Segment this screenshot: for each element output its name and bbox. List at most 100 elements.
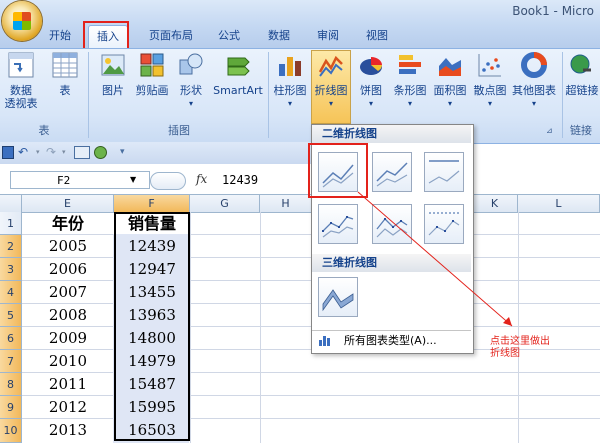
save-icon[interactable] xyxy=(2,146,14,159)
area-chart-button[interactable]: 面积图 ▾ xyxy=(430,52,470,110)
other-charts-button[interactable]: 其他图表 ▾ xyxy=(510,52,558,110)
pie-chart-button[interactable]: 饼图 ▾ xyxy=(354,52,388,110)
cell-e1[interactable]: 年份 xyxy=(22,212,114,235)
table-label: 表 xyxy=(59,84,71,97)
percent-stacked-line-option[interactable] xyxy=(424,152,464,192)
redo-icon[interactable]: ↷ xyxy=(46,145,56,159)
undo-icon[interactable]: ↶ xyxy=(18,145,28,159)
cell-sales[interactable]: 14800 xyxy=(114,327,190,350)
cell-year[interactable]: 2013 xyxy=(22,419,114,442)
tab-formulas[interactable]: 公式 xyxy=(208,25,250,47)
line-dropdown-arrow-icon: ▾ xyxy=(328,99,333,108)
insert-tab-highlight xyxy=(83,21,129,50)
3d-line-icon xyxy=(322,289,354,312)
pivot-table-button[interactable]: 数据 透视表 xyxy=(2,52,40,110)
smartart-button[interactable]: SmartArt xyxy=(212,52,264,97)
formula-splitter[interactable] xyxy=(150,172,186,190)
row-header-8[interactable]: 8 xyxy=(0,373,22,396)
column-header-k[interactable]: K xyxy=(472,195,518,212)
gridline xyxy=(518,212,519,443)
tab-home[interactable]: 开始 xyxy=(40,25,80,47)
cell-sales[interactable]: 14979 xyxy=(114,350,190,373)
smartart-icon xyxy=(227,57,250,76)
column-dropdown-arrow-icon: ▾ xyxy=(287,99,292,108)
cell-year[interactable]: 2005 xyxy=(22,235,114,258)
cell-sales[interactable]: 12439 xyxy=(114,235,190,258)
pie-chart-label: 饼图 xyxy=(360,84,382,97)
annotation-text: 点击这里做出 折线图 xyxy=(490,336,550,360)
picture-button[interactable]: 图片 xyxy=(96,52,130,97)
area-chart-icon xyxy=(439,58,461,76)
clipart-button[interactable]: 剪贴画 xyxy=(132,52,172,97)
cell-year[interactable]: 2009 xyxy=(22,327,114,350)
tab-page-layout[interactable]: 页面布局 xyxy=(140,25,202,47)
table-icon xyxy=(52,52,78,78)
formula-input[interactable]: 12439 xyxy=(222,173,258,187)
row-header-7[interactable]: 7 xyxy=(0,350,22,373)
cell-sales[interactable]: 15995 xyxy=(114,396,190,419)
cell-year[interactable]: 2008 xyxy=(22,304,114,327)
stacked-line-markers-icon xyxy=(376,218,408,238)
shapes-button[interactable]: 形状 ▾ xyxy=(174,52,208,110)
scatter-chart-button[interactable]: 散点图 ▾ xyxy=(470,52,510,110)
cell-year[interactable]: 2006 xyxy=(22,258,114,281)
column-header-g[interactable]: G xyxy=(190,195,260,212)
column-header-h[interactable]: H xyxy=(260,195,312,212)
cell-sales[interactable]: 13455 xyxy=(114,281,190,304)
row-header-2[interactable]: 2 xyxy=(0,235,22,258)
undo-dropdown-icon[interactable]: ▾ xyxy=(36,148,40,156)
row-header-4[interactable]: 4 xyxy=(0,281,22,304)
cell-year[interactable]: 2007 xyxy=(22,281,114,304)
area-chart-label: 面积图 xyxy=(433,84,467,97)
dialog-launcher-icon[interactable]: ⊿ xyxy=(546,126,553,135)
customize-qat-icon[interactable]: ▾ xyxy=(120,147,125,157)
cell-sales[interactable]: 12947 xyxy=(114,258,190,281)
tab-data[interactable]: 数据 xyxy=(258,25,300,47)
bar-chart-button[interactable]: 条形图 ▾ xyxy=(390,52,430,110)
column-header-f[interactable]: F xyxy=(114,195,190,212)
scatter-chart-label: 散点图 xyxy=(473,84,507,97)
tab-view[interactable]: 视图 xyxy=(356,25,398,47)
office-button[interactable] xyxy=(2,1,42,41)
stacked-line-option[interactable] xyxy=(372,152,412,192)
row-header-1[interactable]: 1 xyxy=(0,212,22,235)
other-dropdown-arrow-icon: ▾ xyxy=(531,99,536,108)
row-header-3[interactable]: 3 xyxy=(0,258,22,281)
percent-stacked-line-markers-icon xyxy=(428,212,460,236)
name-box[interactable]: F2 xyxy=(10,171,150,189)
cell-year[interactable]: 2011 xyxy=(22,373,114,396)
cell-sales[interactable]: 15487 xyxy=(114,373,190,396)
line-markers-icon xyxy=(322,216,354,238)
cell-year[interactable]: 2012 xyxy=(22,396,114,419)
cell-sales[interactable]: 16503 xyxy=(114,419,190,442)
chart-quick-icon[interactable] xyxy=(74,146,90,159)
column-header-l[interactable]: L xyxy=(518,195,600,212)
select-all-corner[interactable] xyxy=(0,195,22,212)
column-header-e[interactable]: E xyxy=(22,195,114,212)
percent-stacked-line-markers-option[interactable] xyxy=(424,204,464,244)
row-header-9[interactable]: 9 xyxy=(0,396,22,419)
bar-chart-icon xyxy=(399,55,421,74)
macro-icon[interactable] xyxy=(94,146,107,159)
shapes-label: 形状 xyxy=(180,84,202,97)
name-box-dropdown-icon[interactable]: ▼ xyxy=(130,175,136,184)
redo-dropdown-icon[interactable]: ▾ xyxy=(62,148,66,156)
tab-review[interactable]: 审阅 xyxy=(308,25,348,47)
cell-sales[interactable]: 13963 xyxy=(114,304,190,327)
insert-function-icon[interactable]: fx xyxy=(196,172,207,186)
table-button[interactable]: 表 xyxy=(48,52,82,97)
hyperlink-button[interactable]: 超链接 xyxy=(564,52,600,97)
line-markers-option[interactable] xyxy=(318,204,358,244)
cell-year[interactable]: 2010 xyxy=(22,350,114,373)
line-chart-button[interactable]: 折线图 ▾ xyxy=(311,52,351,110)
column-chart-button[interactable]: 柱形图 ▾ xyxy=(272,52,308,110)
3d-line-option[interactable] xyxy=(318,277,358,317)
shapes-dropdown-arrow-icon: ▾ xyxy=(188,99,193,108)
row-header-10[interactable]: 10 xyxy=(0,419,22,443)
row-header-5[interactable]: 5 xyxy=(0,304,22,327)
stacked-line-markers-option[interactable] xyxy=(372,204,412,244)
cell-f1[interactable]: 销售量 xyxy=(114,212,190,235)
row-header-6[interactable]: 6 xyxy=(0,327,22,350)
hyperlink-icon xyxy=(570,54,591,74)
all-chart-types-link[interactable]: 所有图表类型(A)... xyxy=(312,330,471,350)
